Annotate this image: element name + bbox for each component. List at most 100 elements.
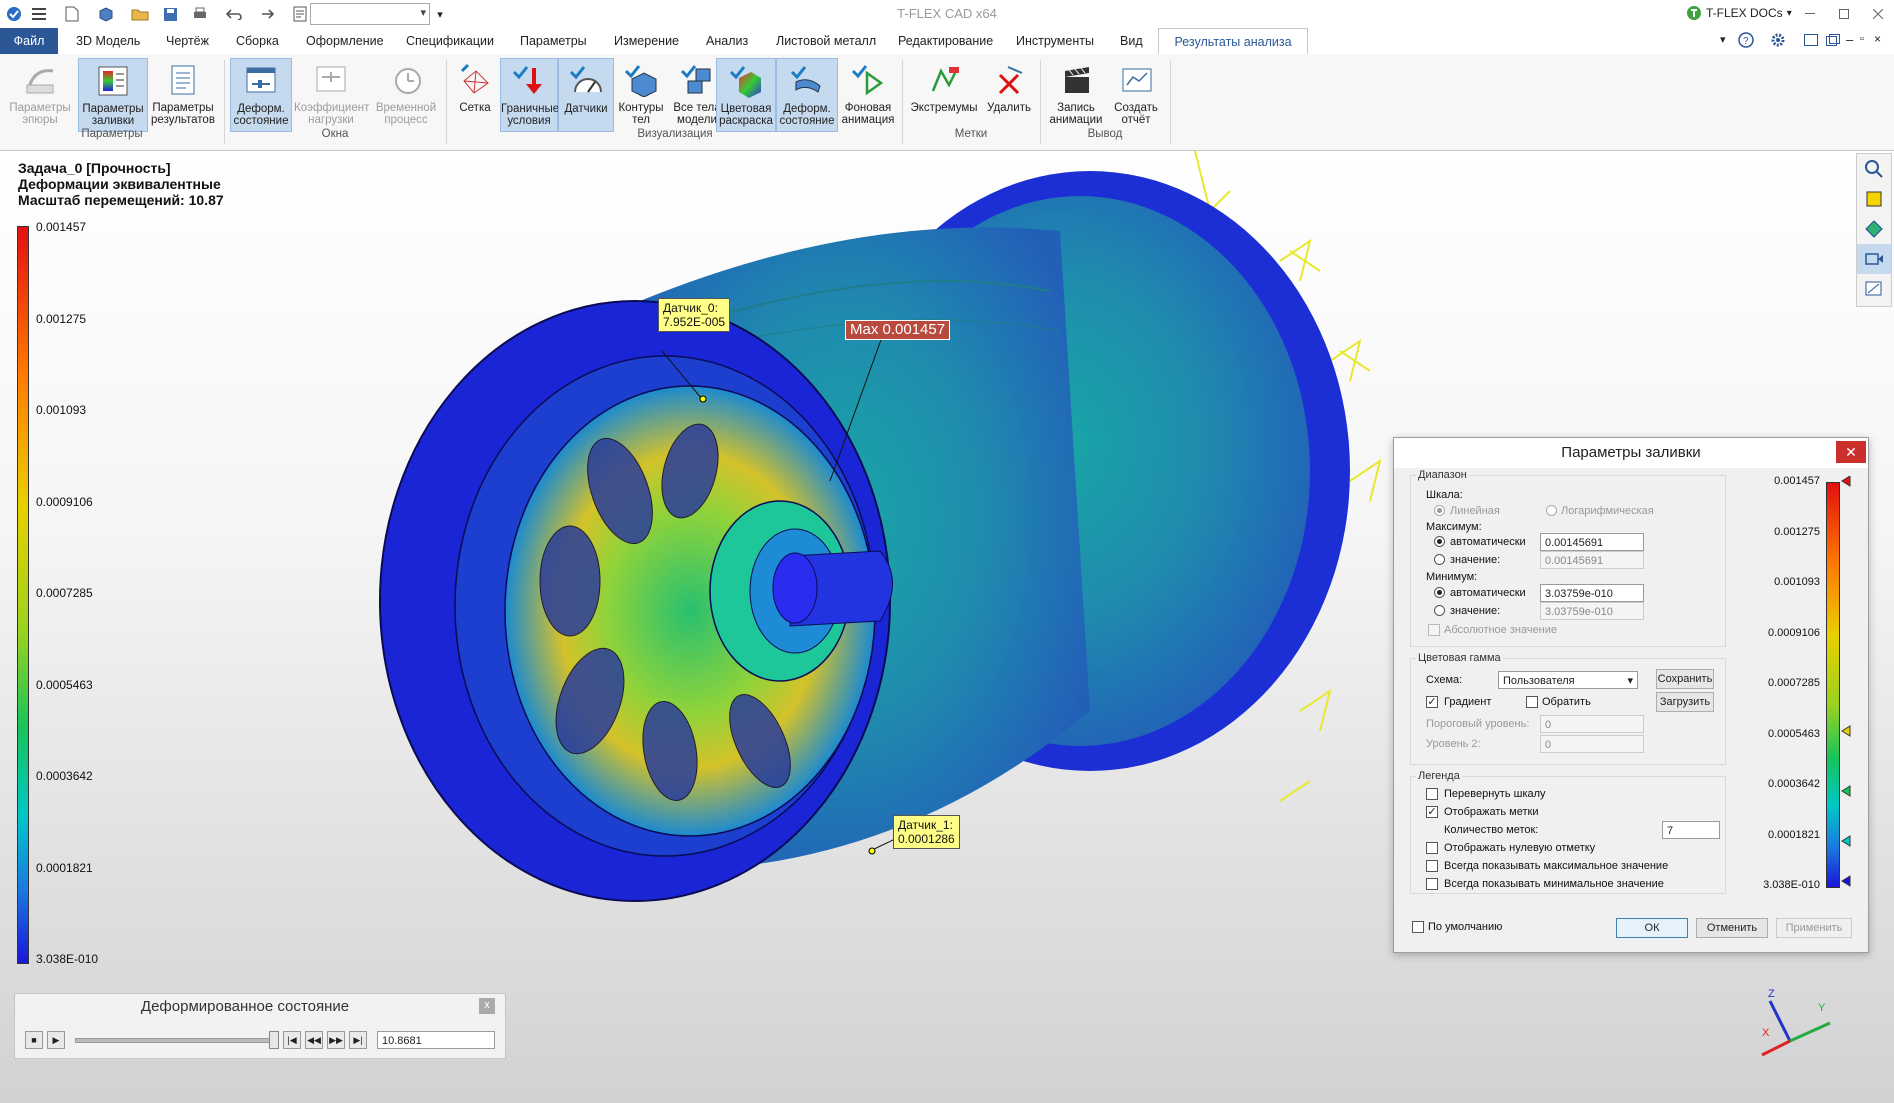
minimize-icon[interactable] bbox=[1800, 4, 1820, 24]
tab-file[interactable]: Файл bbox=[0, 28, 58, 54]
doc-close-icon[interactable]: × bbox=[1874, 32, 1881, 46]
show-marks-label: Отображать метки bbox=[1444, 806, 1539, 818]
section-view-icon[interactable] bbox=[1857, 244, 1891, 274]
sensors-button[interactable]: Датчики bbox=[558, 58, 614, 132]
max-value-radio[interactable] bbox=[1434, 554, 1445, 565]
level2-field[interactable]: 0 bbox=[1540, 735, 1644, 753]
tab-measure[interactable]: Измерение bbox=[608, 28, 685, 54]
fill-params-icon bbox=[93, 61, 133, 101]
sensor0-marker[interactable] bbox=[699, 395, 707, 403]
linear-radio[interactable] bbox=[1434, 505, 1445, 516]
min-auto-radio[interactable] bbox=[1434, 587, 1445, 598]
doc-minimize-icon[interactable]: – bbox=[1846, 32, 1853, 47]
always-min-checkbox[interactable] bbox=[1426, 878, 1438, 890]
flip-scale-checkbox[interactable] bbox=[1426, 788, 1438, 800]
tab-drawing[interactable]: Чертёж bbox=[160, 28, 215, 54]
stop-button[interactable]: ■ bbox=[25, 1031, 43, 1049]
window-restore-icon[interactable] bbox=[1826, 34, 1840, 49]
show-zero-checkbox[interactable] bbox=[1426, 842, 1438, 854]
zoom-view-icon[interactable] bbox=[1857, 154, 1891, 184]
first-frame-button[interactable]: |◀ bbox=[283, 1031, 301, 1049]
record-animation-button[interactable]: Запись анимации bbox=[1046, 58, 1106, 130]
tab-analysis-results[interactable]: Результаты анализа bbox=[1158, 28, 1308, 56]
sensor1-value: 0.0001286 bbox=[898, 832, 955, 846]
cancel-button[interactable]: Отменить bbox=[1696, 918, 1768, 938]
body-contours-button[interactable]: Контуры тел bbox=[614, 58, 668, 130]
boundary-conditions-button[interactable]: Граничные условия bbox=[500, 58, 559, 132]
ribbon-collapse-icon[interactable]: ▾ bbox=[1720, 33, 1726, 46]
help-icon[interactable]: ? bbox=[1738, 32, 1754, 51]
max-auto-field[interactable]: 0.00145691 bbox=[1540, 533, 1644, 551]
load-factor-button[interactable]: Коэффициент нагрузки bbox=[294, 58, 370, 130]
apply-button[interactable]: Применить bbox=[1776, 918, 1852, 938]
record-animation-icon bbox=[1056, 60, 1096, 100]
create-report-button[interactable]: Создать отчёт bbox=[1108, 58, 1164, 130]
time-process-button[interactable]: Временной процесс bbox=[372, 58, 440, 130]
result-params-button[interactable]: Параметры результатов bbox=[148, 58, 218, 130]
extremes-button[interactable]: Экстремумы bbox=[908, 58, 980, 130]
next-frame-button[interactable]: ▶▶ bbox=[327, 1031, 345, 1049]
tab-tools[interactable]: Инструменты bbox=[1010, 28, 1100, 54]
tab-assembly[interactable]: Сборка bbox=[230, 28, 285, 54]
min-auto-field[interactable]: 3.03759e-010 bbox=[1540, 584, 1644, 602]
last-frame-button[interactable]: ▶| bbox=[349, 1031, 367, 1049]
tab-view[interactable]: Вид bbox=[1114, 28, 1149, 54]
tab-edit[interactable]: Редактирование bbox=[892, 28, 999, 54]
always-max-checkbox[interactable] bbox=[1426, 860, 1438, 872]
marks-count-field[interactable]: 7 bbox=[1662, 821, 1720, 839]
view-cube-icon[interactable] bbox=[1857, 184, 1891, 214]
deform-slider-track[interactable] bbox=[75, 1038, 279, 1043]
display-mode-icon[interactable] bbox=[1857, 214, 1891, 244]
label: Коэффициент bbox=[294, 102, 370, 114]
min-value-radio[interactable] bbox=[1434, 605, 1445, 616]
gradient-checkbox[interactable]: ✓ bbox=[1426, 696, 1438, 708]
plot-params-button[interactable]: Параметры эпюры bbox=[4, 58, 76, 130]
tflex-docs-button[interactable]: T-FLEX DOCs ▾ bbox=[1686, 5, 1792, 21]
deform-state-window-button[interactable]: Деформ. состояние bbox=[230, 58, 292, 132]
min-value-field[interactable]: 3.03759e-010 bbox=[1540, 602, 1644, 620]
sensor0-name: Датчик_0: bbox=[663, 301, 718, 315]
mesh-button[interactable]: Сетка bbox=[452, 58, 498, 130]
sensor0-callout[interactable]: Датчик_0: 7.952E-005 bbox=[658, 298, 731, 332]
ok-button[interactable]: ОК bbox=[1616, 918, 1688, 938]
tab-specs[interactable]: Спецификации bbox=[400, 28, 500, 54]
save-scheme-button[interactable]: Сохранить bbox=[1656, 669, 1714, 689]
tab-sheet-metal[interactable]: Листовой металл bbox=[770, 28, 882, 54]
delete-marks-button[interactable]: Удалить bbox=[984, 58, 1034, 130]
sensor1-callout[interactable]: Датчик_1: 0.0001286 bbox=[893, 815, 960, 849]
deform-panel-close-button[interactable]: x bbox=[479, 998, 495, 1014]
settings-gear-icon[interactable] bbox=[1770, 32, 1786, 51]
deform-state-button[interactable]: Деформ. состояние bbox=[776, 58, 838, 132]
default-checkbox[interactable] bbox=[1412, 921, 1424, 933]
sensor1-marker[interactable] bbox=[868, 847, 876, 855]
show-marks-checkbox[interactable]: ✓ bbox=[1426, 806, 1438, 818]
camera-settings-icon[interactable] bbox=[1857, 274, 1891, 304]
deform-slider-thumb[interactable] bbox=[269, 1031, 279, 1049]
tab-3d-model[interactable]: 3D Модель bbox=[70, 28, 146, 54]
max-value-field[interactable]: 0.00145691 bbox=[1540, 551, 1644, 569]
deform-scale-input[interactable]: 10.8681 bbox=[377, 1031, 495, 1049]
invert-checkbox[interactable] bbox=[1526, 696, 1538, 708]
maximize-icon[interactable] bbox=[1834, 4, 1854, 24]
load-scheme-button[interactable]: Загрузить bbox=[1656, 692, 1714, 712]
close-window-icon[interactable] bbox=[1868, 4, 1888, 24]
tab-analysis[interactable]: Анализ bbox=[700, 28, 754, 54]
tab-design[interactable]: Оформление bbox=[300, 28, 390, 54]
scheme-select[interactable]: Пользователя ▾ bbox=[1498, 671, 1638, 689]
threshold-field[interactable]: 0 bbox=[1540, 715, 1644, 733]
tab-params[interactable]: Параметры bbox=[514, 28, 593, 54]
doc-restore-icon[interactable]: ▫ bbox=[1860, 33, 1864, 45]
max-auto-radio[interactable] bbox=[1434, 536, 1445, 547]
log-radio[interactable] bbox=[1546, 505, 1557, 516]
body-contours-icon bbox=[621, 60, 661, 100]
fill-params-button[interactable]: Параметры заливки bbox=[78, 58, 148, 132]
legend-label: 0.001275 bbox=[36, 311, 87, 326]
play-button[interactable]: ▶ bbox=[47, 1031, 65, 1049]
max-callout[interactable]: Max 0.001457 bbox=[845, 320, 951, 340]
color-fill-button[interactable]: Цветовая раскраска bbox=[716, 58, 776, 132]
window-layout-icon[interactable] bbox=[1804, 34, 1818, 49]
prev-frame-button[interactable]: ◀◀ bbox=[305, 1031, 323, 1049]
abs-value-checkbox[interactable] bbox=[1428, 624, 1440, 636]
background-animation-button[interactable]: Фоновая анимация bbox=[838, 58, 898, 130]
dialog-close-button[interactable]: ✕ bbox=[1836, 441, 1866, 463]
